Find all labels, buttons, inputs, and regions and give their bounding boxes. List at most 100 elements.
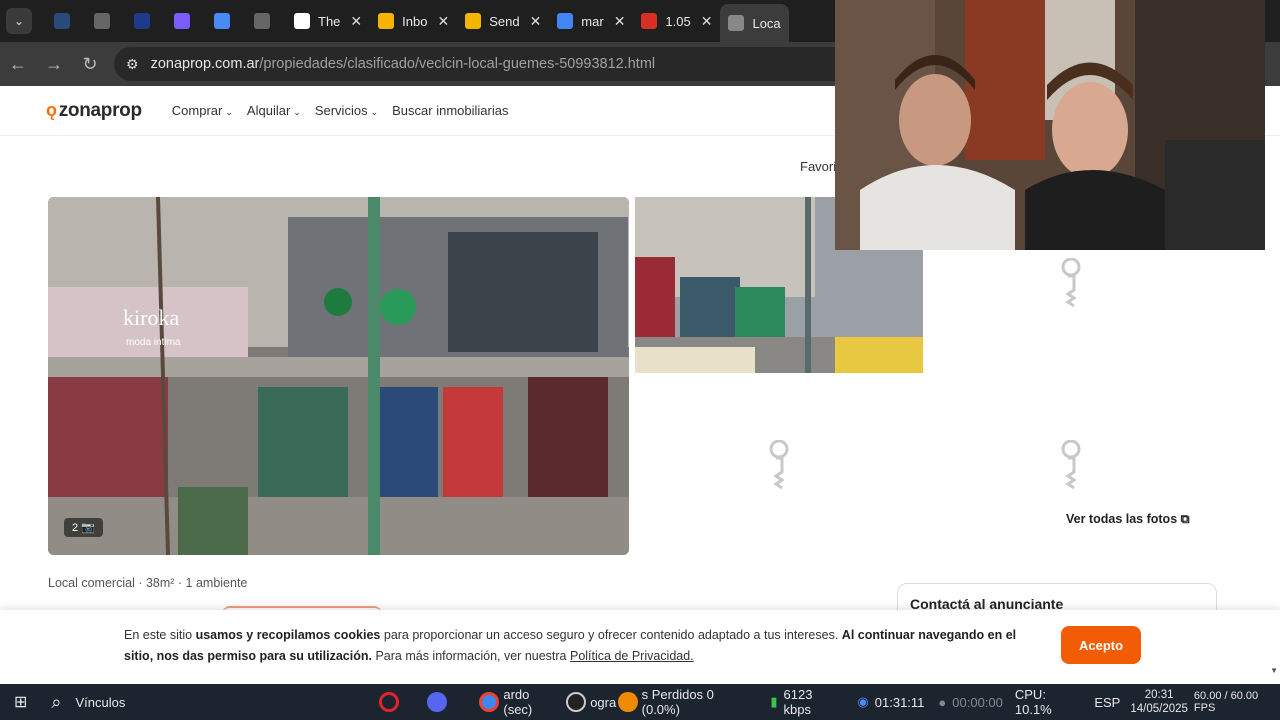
photo-count-badge: 2 📷 [64,518,103,537]
cpu-value: CPU: 10.1% [1014,687,1052,717]
browser-tab[interactable] [46,4,86,38]
tab-title: The [318,13,341,29]
storefront-sub-text: moda intima [126,337,181,348]
stream-icon: ◉ [857,694,869,709]
nav-comprar[interactable]: Comprar ⌄ [172,103,233,118]
logo-pin-icon: ǫ [46,100,57,120]
logo-text: zonaprop [58,99,142,121]
tab-favicon-icon [465,13,482,29]
image-placeholder-icon [769,440,789,490]
signal-icon: ▮ [770,694,778,709]
webcam-feed [835,0,1265,250]
chevron-down-icon: ⌄ [370,107,379,117]
url-path: /propiedades/clasificado/veclcin-local-g… [259,56,656,72]
tab-title: Loca [752,15,781,31]
bitrate-status: ▮ 6123 kbps [770,687,841,717]
tab-favicon-icon [294,13,310,29]
reload-icon[interactable]: ↻ [72,46,108,82]
image-placeholder-icon [1061,258,1081,308]
clock-date: 14/05/2025 [1130,703,1188,715]
browser-tab[interactable] [246,4,286,38]
windows-icon: ⊞ [14,694,28,711]
cpu-status: CPU: 10.1% [1015,687,1084,717]
browser-tab[interactable] [206,4,246,38]
close-tab-icon[interactable]: ✕ [701,13,713,30]
tab-title: Inbo [402,13,428,29]
site-logo[interactable]: ǫ zonaprop [46,100,142,122]
cookie-text-part: para proporcionar un acceso seguro y ofr… [380,628,842,642]
discord-app[interactable] [427,692,448,712]
browser-tab[interactable] [166,4,206,38]
tab-favicon-icon [641,13,658,29]
accept-cookies-button[interactable]: Acepto [1061,626,1141,664]
language-label: ESP [1094,694,1121,710]
site-info-icon[interactable]: ⚙ [126,56,139,73]
browser-tab[interactable] [126,4,166,38]
browser-tab[interactable]: mar ✕ [549,4,633,38]
ver-todas-fotos-link[interactable]: Ver todas las fotos ⧉ [1066,512,1190,527]
opera-app[interactable] [379,692,400,712]
start-button[interactable]: ⊞ [14,692,27,712]
tab-search-chevron-icon[interactable]: ⌄ [6,8,32,34]
record-icon: ● [938,694,947,710]
media-label: ardo (sec) [503,687,533,717]
chevron-down-icon: ⌄ [293,107,301,117]
url-host: zonaprop.com.ar [150,56,260,72]
nav-label: Alquilar [246,103,291,118]
cookie-text: En este sitio usamos y recopilamos cooki… [124,625,1024,667]
nav-label: Servicios [314,103,368,118]
tab-favicon-icon [174,13,190,29]
browser-tab[interactable]: 1.05 ✕ [633,4,720,38]
site-nav: Comprar ⌄ Alquilar ⌄ Servicios ⌄ Buscar inm… [172,103,509,118]
fl-studio-app[interactable]: s Perdidos 0 (0.0%) [618,687,752,717]
fps-status: 60.00 / 60.00 FPS [1194,690,1280,714]
tab-favicon-icon [94,13,110,29]
browser-tab[interactable]: Loca [720,4,789,42]
forward-arrow-icon[interactable]: → [36,46,72,82]
system-clock[interactable]: 20:31 14/05/2025 [1130,688,1188,716]
stream-time-status: ● 00:00:00 [938,695,1002,710]
cookie-text-part: En este sitio [124,628,196,642]
tab-favicon-icon [214,13,230,29]
browser-tab[interactable]: Send ✕ [457,4,549,38]
fl-studio-icon [618,692,638,712]
webcam-overlay [835,0,1265,250]
nav-servicios[interactable]: Servicios ⌄ [315,103,378,118]
tab-title: Send [489,13,520,29]
nav-alquilar[interactable]: Alquilar ⌄ [247,103,301,118]
stream-time: 00:00:00 [952,694,1003,710]
obs-app[interactable]: ogra [566,692,616,712]
camera-icon: 📷 [81,522,95,534]
scroll-down-icon[interactable]: ▼ [1270,666,1278,675]
cookie-banner: En este sitio usamos y recopilamos cooki… [0,610,1280,684]
chrome-app[interactable] [479,692,500,712]
media-label-2: ogra [590,694,617,710]
close-tab-icon[interactable]: ✕ [350,13,362,30]
nav-buscar-inmobiliarias[interactable]: Buscar inmobiliarias [392,103,508,118]
browser-tab[interactable] [86,4,126,38]
tab-favicon-icon [134,13,150,29]
cookie-text-bold: usamos y recopilamos cookies [195,628,381,642]
bitrate-value: 6123 kbps [783,687,813,717]
close-tab-icon[interactable]: ✕ [530,13,542,30]
language-indicator[interactable]: ESP [1094,695,1120,710]
main-listing-photo[interactable]: kiroka moda intima 2 📷 [48,197,629,555]
chrome-icon [479,692,500,712]
storefront-photo: kiroka moda intima [48,197,629,555]
fps-value: 60.00 / 60.00 FPS [1193,690,1259,714]
privacy-policy-link[interactable]: Política de Privacidad. [570,649,694,663]
rec-time-status: ◉ 01:31:11 [857,694,924,710]
favoritos-link[interactable]: Favori [800,159,836,174]
tab-favicon-icon [54,13,70,29]
tab-favicon-icon [728,15,745,31]
browser-tab[interactable]: Inbo ✕ [370,4,457,38]
ver-todas-label: Ver todas las fotos [1066,512,1178,526]
browser-tab[interactable]: The ✕ [286,4,370,38]
dropped-frames: s Perdidos 0 (0.0%) [641,687,714,717]
close-tab-icon[interactable]: ✕ [437,13,449,30]
tab-title: 1.05 [665,13,691,29]
taskbar-search[interactable]: ⌕ Vínculos [51,692,125,713]
close-tab-icon[interactable]: ✕ [614,13,626,30]
back-arrow-icon[interactable]: ← [0,46,36,82]
taskbar-search-label: Vínculos [75,694,126,710]
